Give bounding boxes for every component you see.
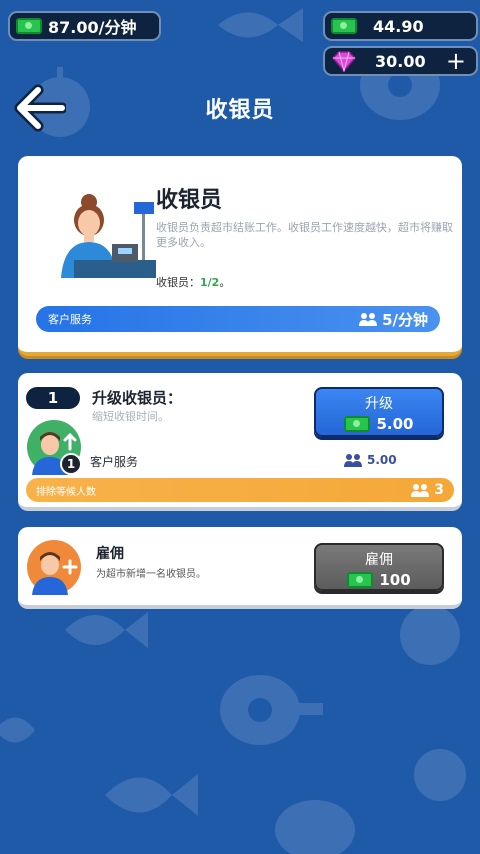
income-rate-pill: 87.00/分钟 (8, 11, 161, 41)
queue-label: 排除等候人数 (36, 486, 96, 498)
add-gems-button[interactable]: + (446, 47, 466, 75)
hire-subtitle: 为超市新增一名收银员。 (96, 569, 206, 580)
upgrade-button-label: 升级 (365, 396, 393, 412)
cashier-upgrade-avatar: 1 (26, 419, 82, 475)
cash-balance-pill: 44.90 (323, 11, 478, 41)
upgrade-cashier-card: 1 升级收银员： 缩短收银时间。 1 客户服务 5.00 升级 5.00 排除等… (18, 373, 462, 511)
service-rate-bar: 客户服务 5/分钟 (36, 306, 440, 332)
role-description: 收银员负责超市结账工作。收银员工作速度越快，超市将赚取更多收入。 (156, 221, 453, 249)
hire-price-value: 100 (379, 571, 411, 589)
background-meat-icon (275, 800, 355, 854)
queue-bar: 排除等候人数 3 (26, 478, 454, 502)
background-fish-icon (0, 717, 35, 743)
cash-icon (344, 416, 371, 432)
cashier-illustration-icon (61, 194, 156, 278)
hire-button-label: 雇佣 (365, 552, 393, 568)
cashier-count-label: 收银员： (156, 276, 200, 289)
cashier-count: 收银员：1/2。 (156, 274, 230, 290)
service-value-group: 5.00 (344, 453, 397, 467)
cashier-count-suffix: 。 (219, 276, 231, 289)
cashier-count-value: 1/2 (200, 276, 220, 289)
upgrade-button[interactable]: 升级 5.00 (314, 387, 444, 437)
queue-count-value: 3 (434, 482, 444, 498)
income-rate-value: 87.00/分钟 (48, 18, 137, 37)
gem-icon (331, 51, 357, 72)
cash-icon (347, 572, 374, 588)
service-rate: 5/分钟 (359, 309, 428, 330)
queue-count: 3 (411, 482, 444, 498)
cash-balance-value: 44.90 (373, 16, 424, 36)
people-icon (411, 484, 430, 497)
background-fish-icon (65, 612, 148, 648)
hire-title: 雇佣 (96, 546, 124, 562)
hire-button[interactable]: 雇佣 100 (314, 543, 444, 591)
cashier-info-card: 收银员 收银员负责超市结账工作。收银员工作速度越快，超市将赚取更多收入。 收银员… (18, 156, 462, 356)
level-badge: 1 (26, 387, 80, 409)
service-rate-value: 5/分钟 (382, 310, 428, 329)
people-icon (359, 313, 378, 326)
background-fish-icon (105, 774, 198, 816)
cashier-hire-avatar (26, 539, 82, 595)
gem-balance-pill[interactable]: 30.00 + (323, 46, 478, 76)
service-value: 5.00 (367, 453, 397, 467)
cash-icon (16, 18, 42, 34)
hire-price: 100 (316, 571, 442, 589)
background-fish-icon (218, 8, 303, 42)
upgrade-subtitle: 缩短收银时间。 (92, 410, 169, 423)
page-title: 收银员 (205, 98, 275, 123)
service-label: 客户服务 (90, 455, 139, 469)
cash-icon (331, 18, 357, 34)
gem-balance-value: 30.00 (375, 51, 426, 71)
upgrade-title: 升级收银员： (92, 389, 183, 407)
people-icon (344, 454, 362, 467)
background-apple-icon (414, 749, 466, 801)
background-meat-icon (220, 675, 323, 745)
avatar-level-badge: 1 (60, 453, 82, 475)
upgrade-price-value: 5.00 (376, 415, 414, 433)
role-title: 收银员 (156, 188, 223, 213)
service-rate-label: 客户服务 (48, 313, 92, 326)
upgrade-price: 5.00 (316, 415, 442, 433)
hire-cashier-card: 雇佣 为超市新增一名收银员。 雇佣 100 (18, 527, 462, 609)
